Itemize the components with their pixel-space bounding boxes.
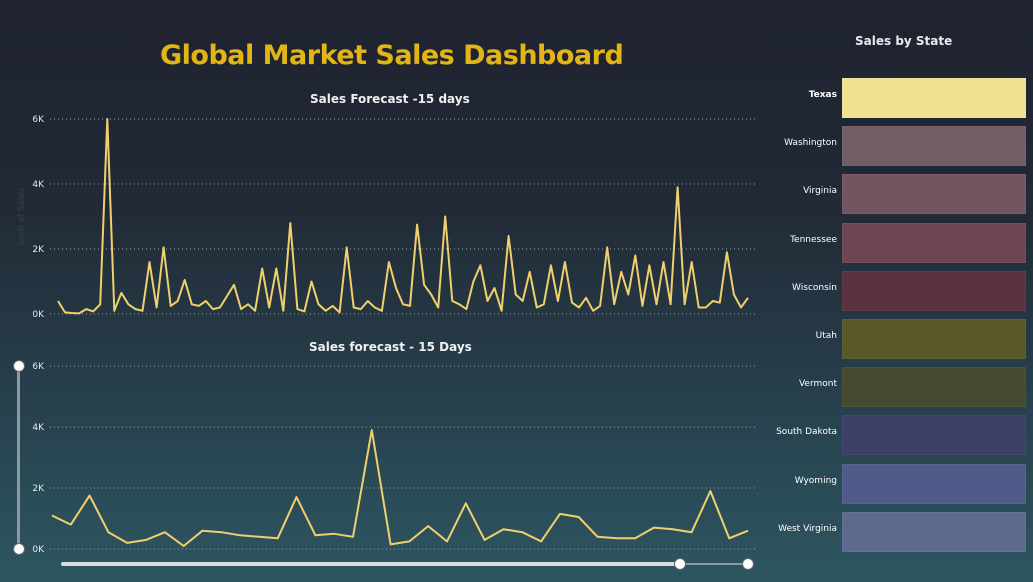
state-label: Utah <box>815 331 837 341</box>
horizontal-slider-rest <box>681 563 747 565</box>
horizontal-slider-left-handle[interactable] <box>674 558 686 570</box>
state-label: Vermont <box>798 379 837 390</box>
state-label: Wisconsin <box>792 282 837 293</box>
state-row[interactable]: West Virginia <box>760 511 1026 552</box>
chart-2-y-tick-label: 0K <box>32 545 45 555</box>
state-row[interactable]: Texas <box>760 78 1026 118</box>
state-row[interactable]: South Dakota <box>760 415 1026 456</box>
horizontal-slider-track[interactable] <box>61 562 681 566</box>
state-label: South Dakota <box>776 427 837 438</box>
chart-2-y-tick-label: 6K <box>32 362 45 372</box>
vertical-slider-track[interactable] <box>17 366 20 549</box>
state-label: Texas <box>808 90 837 100</box>
state-label: Tennessee <box>790 234 837 245</box>
state-label: West Virginia <box>778 523 837 534</box>
chart-2-series-line[interactable] <box>51 429 749 547</box>
state-row[interactable]: Vermont <box>760 367 1026 408</box>
state-color-cell[interactable] <box>842 222 1026 263</box>
state-color-cell[interactable] <box>842 174 1026 215</box>
state-color-cell[interactable] <box>842 319 1026 359</box>
state-row[interactable]: Wisconsin <box>760 270 1026 311</box>
state-color-cell[interactable] <box>842 270 1026 311</box>
state-label: Washington <box>784 138 837 149</box>
state-row[interactable]: Tennessee <box>760 222 1026 263</box>
state-color-cell[interactable] <box>842 367 1026 408</box>
state-row[interactable]: Wyoming <box>760 463 1026 504</box>
state-color-cell[interactable] <box>842 126 1026 167</box>
state-row[interactable]: Utah <box>760 319 1026 359</box>
horizontal-slider-right-handle[interactable] <box>742 558 754 570</box>
state-color-cell[interactable] <box>842 415 1026 456</box>
chart-2-y-tick-label: 4K <box>32 423 45 433</box>
vertical-slider-bottom-handle[interactable] <box>13 543 25 555</box>
state-row[interactable]: Virginia <box>760 174 1026 215</box>
state-color-cell[interactable] <box>842 511 1026 552</box>
state-color-cell[interactable] <box>842 463 1026 504</box>
chart-2-y-tick-label: 2K <box>32 484 45 494</box>
vertical-slider-top-handle[interactable] <box>13 360 25 372</box>
state-color-cell[interactable] <box>842 78 1026 118</box>
state-row[interactable]: Washington <box>760 126 1026 167</box>
state-panel-title: Sales by State <box>855 34 953 48</box>
state-label: Wyoming <box>794 475 837 486</box>
state-label: Virginia <box>803 186 837 197</box>
